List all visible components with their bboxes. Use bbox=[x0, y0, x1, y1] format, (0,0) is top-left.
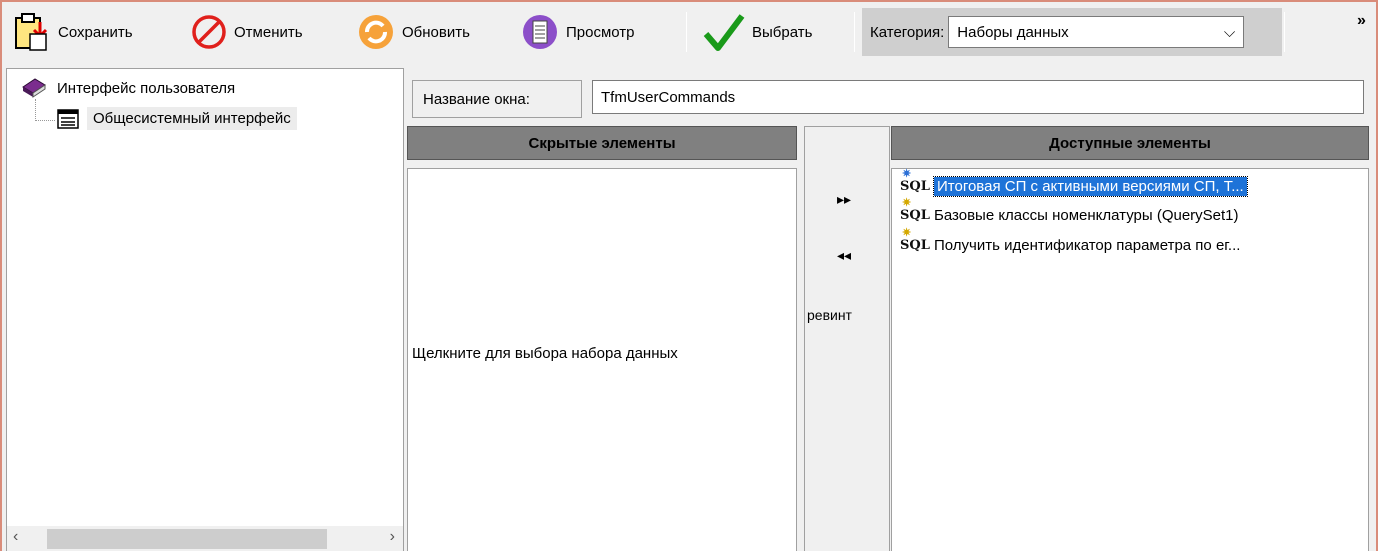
sql-icon: SQL bbox=[900, 226, 930, 253]
checkmark-icon bbox=[703, 14, 745, 51]
edit-text: ревинт bbox=[807, 307, 852, 323]
select-button[interactable]: Выбрать bbox=[702, 10, 812, 54]
toolbar-overflow-button[interactable]: » bbox=[1357, 12, 1366, 30]
tree-child-label: Общесистемный интерфейс bbox=[87, 107, 297, 130]
cancel-icon bbox=[192, 15, 226, 49]
refresh-label: Обновить bbox=[402, 23, 470, 41]
save-icon bbox=[15, 13, 48, 51]
available-elements-list[interactable]: SQL Итоговая СП с активными версиями СП,… bbox=[891, 167, 1369, 551]
move-left-button[interactable]: ◂◂ bbox=[837, 247, 851, 264]
tree-item-system-interface[interactable]: Общесистемный интерфейс bbox=[57, 107, 297, 130]
cancel-label: Отменить bbox=[234, 23, 303, 41]
list-item[interactable]: SQL Получить идентификатор параметра по … bbox=[900, 226, 1241, 254]
interface-tree[interactable]: Интерфейс пользователя Общесистемный инт… bbox=[6, 68, 404, 551]
form-icon bbox=[57, 108, 79, 129]
chevron-down-icon: ⌵ bbox=[1223, 23, 1236, 41]
edit-button[interactable]: ревинт bbox=[807, 307, 889, 323]
scroll-left-icon[interactable]: ‹ bbox=[13, 528, 18, 546]
hidden-elements-header: Скрытые элементы bbox=[407, 126, 797, 160]
cancel-button[interactable]: Отменить bbox=[190, 10, 303, 54]
select-label: Выбрать bbox=[752, 23, 813, 41]
refresh-icon bbox=[359, 15, 393, 49]
tree-root-label: Интерфейс пользователя bbox=[57, 79, 236, 97]
save-button[interactable]: Сохранить bbox=[12, 10, 133, 54]
save-label: Сохранить bbox=[58, 23, 133, 41]
application-window: Сохранить Отменить Обновить Просмотр Выб… bbox=[0, 0, 1378, 551]
toolbar-separator bbox=[686, 12, 687, 52]
hidden-elements-list[interactable]: Щелкните для выбора набора данных bbox=[407, 168, 797, 551]
view-label: Просмотр bbox=[566, 23, 635, 41]
tree-connector bbox=[35, 99, 55, 121]
scrollbar-thumb[interactable] bbox=[47, 529, 327, 549]
window-name-field[interactable]: TfmUserCommands bbox=[592, 80, 1364, 114]
toolbar-separator bbox=[854, 12, 855, 52]
view-icon bbox=[523, 15, 557, 49]
window-name-label: Название окна: bbox=[412, 80, 582, 118]
toolbar-separator bbox=[1284, 12, 1285, 52]
refresh-button[interactable]: Обновить bbox=[356, 10, 470, 54]
list-item[interactable]: SQL Итоговая СП с активными версиями СП,… bbox=[900, 167, 1248, 197]
list-item[interactable]: SQL Базовые классы номенклатуры (QuerySe… bbox=[900, 196, 1239, 224]
sql-icon: SQL bbox=[900, 196, 930, 223]
category-label: Категория: bbox=[870, 23, 945, 41]
view-button[interactable]: Просмотр bbox=[520, 10, 635, 54]
scroll-right-icon[interactable]: › bbox=[390, 528, 395, 546]
move-right-button[interactable]: ▸▸ bbox=[837, 191, 851, 208]
category-value: Наборы данных bbox=[957, 23, 1069, 41]
list-item-label: Итоговая СП с активными версиями СП, Т..… bbox=[933, 176, 1248, 197]
list-item-label: Базовые классы номенклатуры (QuerySet1) bbox=[934, 207, 1239, 224]
book-icon bbox=[22, 78, 46, 98]
tree-item-user-interface[interactable]: Интерфейс пользователя bbox=[21, 77, 235, 99]
toolbar: Сохранить Отменить Обновить Просмотр Выб… bbox=[2, 2, 1376, 64]
dataset-select-hint[interactable]: Щелкните для выбора набора данных bbox=[412, 345, 678, 362]
horizontal-scrollbar[interactable]: ‹ › bbox=[7, 526, 403, 551]
transfer-buttons-panel: ▸▸ ◂◂ ревинт bbox=[804, 126, 890, 551]
category-select[interactable]: Наборы данных ⌵ bbox=[948, 16, 1245, 48]
sql-icon: SQL bbox=[900, 167, 930, 194]
category-group: Категория: Наборы данных ⌵ bbox=[862, 8, 1282, 56]
available-elements-header: Доступные элементы bbox=[891, 126, 1369, 160]
list-item-label: Получить идентификатор параметра по ег..… bbox=[934, 237, 1241, 254]
